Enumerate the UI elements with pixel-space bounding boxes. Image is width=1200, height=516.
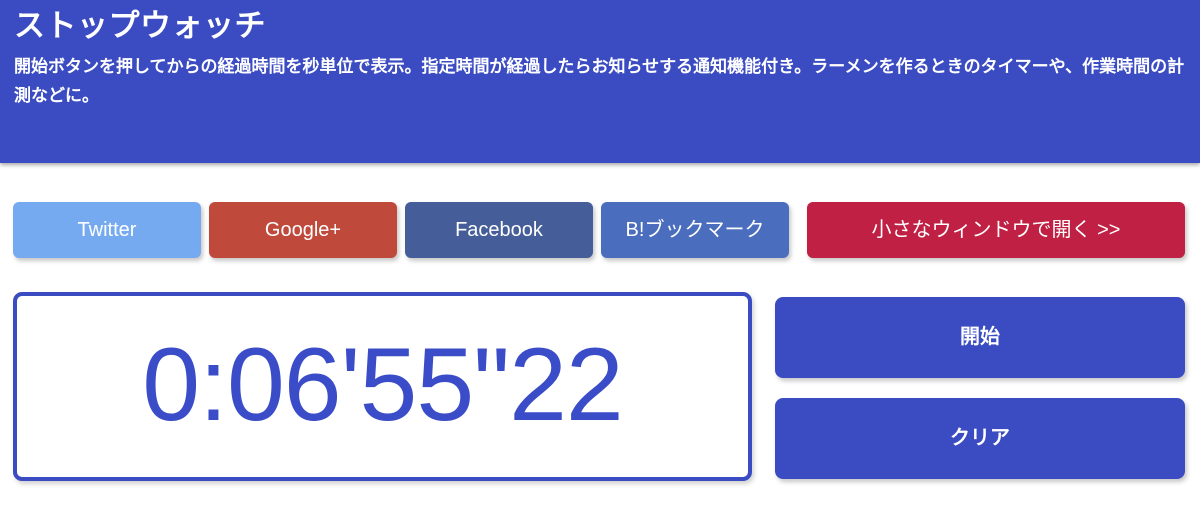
open-small-window-button[interactable]: 小さなウィンドウで開く >> bbox=[807, 202, 1185, 258]
stopwatch-controls: 開始 クリア bbox=[775, 297, 1185, 479]
share-button-google-plus[interactable]: Google+ bbox=[209, 202, 397, 258]
stopwatch-display-panel: 0:06'55"22 bbox=[13, 292, 752, 481]
start-button[interactable]: 開始 bbox=[775, 297, 1185, 378]
page-header: ストップウォッチ 開始ボタンを押してからの経過時間を秒単位で表示。指定時間が経過… bbox=[0, 0, 1200, 163]
share-button-twitter[interactable]: Twitter bbox=[13, 202, 201, 258]
action-button-row: Twitter Google+ Facebook B!ブックマーク 小さなウィン… bbox=[13, 202, 1185, 258]
share-button-hatena-bookmark[interactable]: B!ブックマーク bbox=[601, 202, 789, 258]
stopwatch-time-value: 0:06'55"22 bbox=[142, 326, 624, 443]
page-description: 開始ボタンを押してからの経過時間を秒単位で表示。指定時間が経過したらお知らせする… bbox=[14, 57, 1185, 105]
page-title: ストップウォッチ bbox=[14, 8, 266, 43]
share-button-facebook[interactable]: Facebook bbox=[405, 202, 593, 258]
clear-button[interactable]: クリア bbox=[775, 398, 1185, 479]
